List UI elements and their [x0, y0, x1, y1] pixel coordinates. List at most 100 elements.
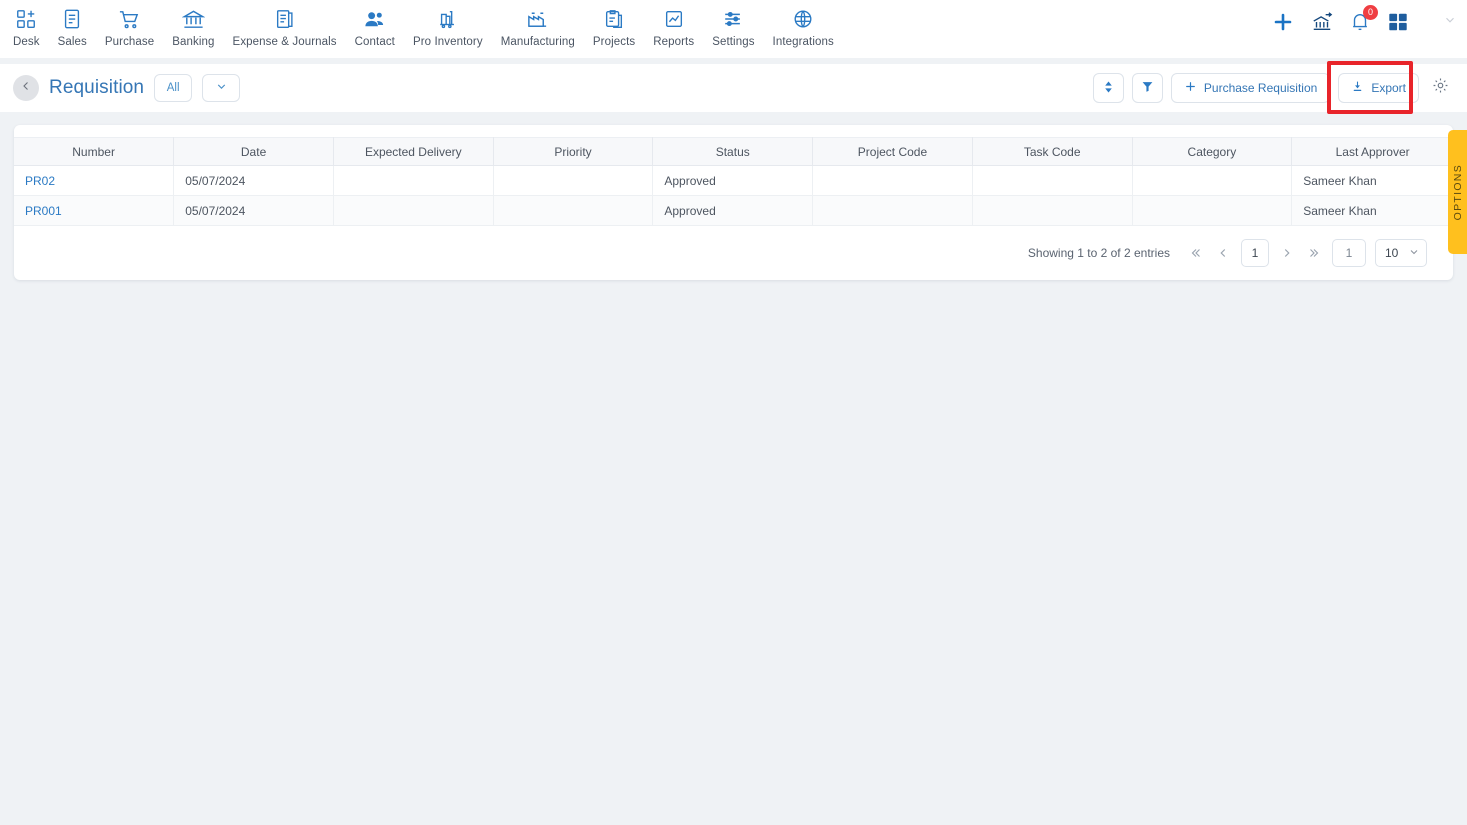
nav-right-actions: 0: [1271, 5, 1457, 34]
nav-item-purchase[interactable]: Purchase: [96, 7, 163, 48]
column-header-number[interactable]: Number: [14, 137, 175, 166]
cell-project-code: [812, 195, 973, 226]
requisition-table: Number Date Expected Delivery Priority S…: [14, 137, 1453, 226]
cell-expected-delivery: [333, 195, 494, 226]
notification-count-badge: 0: [1363, 5, 1378, 20]
options-tab-label: OPTIONS: [1451, 163, 1464, 221]
cell-project-code: [812, 165, 973, 196]
nav-label: Purchase: [104, 36, 155, 48]
pagination-info: Showing 1 to 2 of 2 entries: [1027, 246, 1170, 260]
cell-status: Approved: [652, 165, 814, 196]
journal-book-icon: [274, 7, 296, 31]
gear-icon: [1432, 77, 1449, 99]
new-purchase-requisition-button[interactable]: Purchase Requisition: [1170, 73, 1331, 103]
funnel-filter-icon: [1141, 80, 1154, 96]
options-side-tab[interactable]: OPTIONS: [1448, 130, 1467, 254]
nav-item-integrations[interactable]: Integrations: [764, 7, 843, 48]
plus-icon[interactable]: [1271, 10, 1295, 34]
bank-transfer-icon[interactable]: [1311, 11, 1333, 33]
nav-item-sales[interactable]: Sales: [49, 7, 96, 48]
requisition-table-card: Number Date Expected Delivery Priority S…: [14, 125, 1453, 280]
table-row[interactable]: PR001 05/07/2024 Approved Sameer Khan: [14, 195, 1453, 226]
projects-clipboard-icon: [603, 7, 625, 31]
page-size-select[interactable]: 10: [1375, 239, 1427, 267]
export-button-label: Export: [1371, 81, 1406, 95]
cell-status: Approved: [652, 195, 814, 226]
cell-category: [1132, 165, 1293, 196]
nav-label: Banking: [172, 36, 215, 48]
cell-expected-delivery: [333, 165, 494, 196]
new-button-label: Purchase Requisition: [1203, 81, 1318, 95]
chevron-down-icon[interactable]: [1443, 13, 1457, 32]
current-page-button[interactable]: 1: [1241, 239, 1269, 267]
contacts-people-icon: [363, 7, 386, 31]
page-toolbar: Requisition All Purchase Requisition Exp…: [0, 61, 1467, 114]
nav-item-settings[interactable]: Settings: [703, 7, 763, 48]
column-header-priority[interactable]: Priority: [493, 137, 654, 166]
previous-page-button[interactable]: [1214, 246, 1232, 260]
column-header-expected-delivery[interactable]: Expected Delivery: [333, 137, 494, 166]
cell-date: 05/07/2024: [173, 195, 334, 226]
nav-item-expense-journals[interactable]: Expense & Journals: [224, 7, 346, 48]
chevron-down-icon: [215, 80, 228, 96]
toolbar-right-group: Purchase Requisition Export: [1092, 61, 1453, 114]
column-header-date[interactable]: Date: [173, 137, 334, 166]
sort-updown-icon: [1102, 80, 1115, 97]
cell-date: 05/07/2024: [173, 165, 334, 196]
nav-item-manufacturing[interactable]: Manufacturing: [492, 7, 584, 48]
nav-item-contact[interactable]: Contact: [346, 7, 404, 48]
filter-button[interactable]: [1131, 73, 1163, 103]
nav-label: Reports: [653, 36, 695, 48]
cell-number-link[interactable]: PR02: [14, 165, 175, 196]
back-button[interactable]: [13, 75, 39, 101]
nav-item-pro-inventory[interactable]: Pro Inventory: [404, 7, 492, 48]
bank-building-icon: [181, 7, 205, 31]
goto-page-input[interactable]: 1: [1332, 239, 1366, 267]
cell-task-code: [972, 195, 1133, 226]
nav-item-reports[interactable]: Reports: [644, 7, 703, 48]
nav-item-banking[interactable]: Banking: [163, 7, 223, 48]
nav-label: Pro Inventory: [412, 36, 483, 48]
nav-item-projects[interactable]: Projects: [584, 7, 644, 48]
cell-task-code: [972, 165, 1133, 196]
reports-chart-icon: [663, 7, 685, 31]
last-page-button[interactable]: [1305, 246, 1323, 260]
view-dropdown-button[interactable]: [202, 74, 241, 102]
sales-document-icon: [61, 7, 83, 31]
view-filter-all-button[interactable]: All: [154, 74, 193, 102]
cell-priority: [493, 165, 654, 196]
plus-icon: [1184, 80, 1197, 96]
top-navigation-bar: Desk Sales Purchase Banking Expense & Jo…: [0, 0, 1467, 58]
column-header-project-code[interactable]: Project Code: [812, 137, 973, 166]
column-header-status[interactable]: Status: [652, 137, 814, 166]
table-row[interactable]: PR02 05/07/2024 Approved Sameer Khan: [14, 165, 1453, 196]
export-button-wrapper: Export: [1327, 61, 1419, 114]
nav-label: Settings: [712, 36, 755, 48]
table-header: Number Date Expected Delivery Priority S…: [14, 137, 1453, 166]
cell-number-link[interactable]: PR001: [14, 195, 175, 226]
export-button[interactable]: Export: [1338, 73, 1419, 103]
column-header-last-approver[interactable]: Last Approver: [1291, 137, 1453, 166]
sort-button[interactable]: [1092, 73, 1124, 103]
nav-item-list: Desk Sales Purchase Banking Expense & Jo…: [0, 7, 843, 48]
nav-label: Expense & Journals: [232, 36, 337, 48]
bell-icon[interactable]: 0: [1349, 5, 1378, 33]
table-header-row: Number Date Expected Delivery Priority S…: [14, 137, 1453, 166]
settings-sliders-icon: [722, 7, 744, 31]
column-header-task-code[interactable]: Task Code: [972, 137, 1133, 166]
first-page-button[interactable]: [1187, 246, 1205, 260]
nav-label: Sales: [57, 36, 87, 48]
nav-item-desk[interactable]: Desk: [4, 7, 49, 48]
column-header-category[interactable]: Category: [1132, 137, 1293, 166]
toolbar-container: Requisition All Purchase Requisition Exp…: [0, 58, 1467, 114]
cell-last-approver: Sameer Khan: [1291, 195, 1453, 226]
nav-label: Integrations: [772, 36, 834, 48]
cell-last-approver: Sameer Khan: [1291, 165, 1453, 196]
grid-apps-icon[interactable]: [1387, 11, 1409, 33]
table-settings-button[interactable]: [1427, 75, 1453, 101]
download-icon: [1351, 80, 1364, 96]
chevron-left-icon: [20, 79, 32, 97]
nav-label: Projects: [592, 36, 636, 48]
next-page-button[interactable]: [1278, 246, 1296, 260]
desk-add-icon: [15, 7, 37, 31]
